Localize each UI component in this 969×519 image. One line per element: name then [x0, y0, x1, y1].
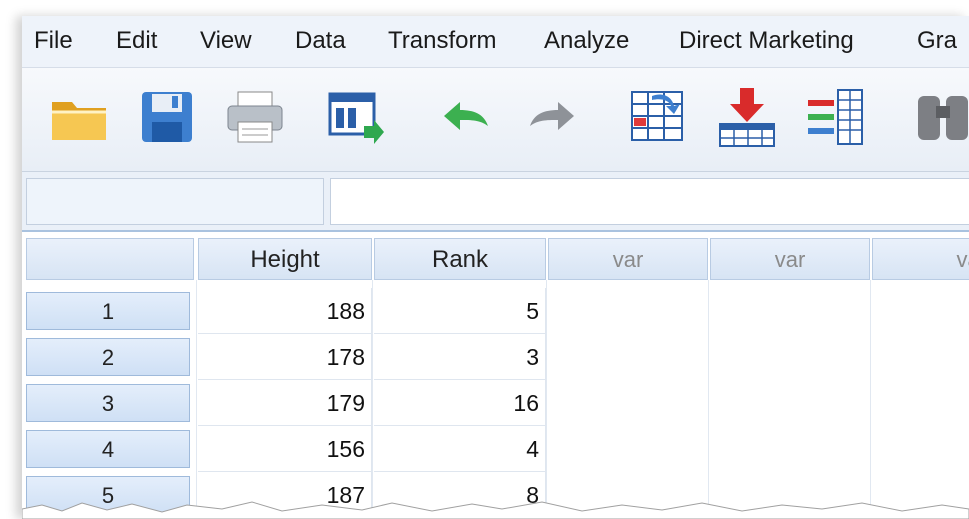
- insert-variable-icon[interactable]: [800, 82, 870, 152]
- spss-data-editor-window: File Edit View Data Transform Analyze Di…: [22, 16, 969, 519]
- menu-view[interactable]: View: [200, 26, 252, 56]
- column-header-height[interactable]: Height: [198, 238, 372, 280]
- redo-icon[interactable]: [518, 82, 588, 152]
- grid-corner[interactable]: [26, 238, 194, 280]
- column-header-rank[interactable]: Rank: [374, 238, 546, 280]
- column-header-var[interactable]: var: [548, 238, 708, 280]
- cell-rank[interactable]: 3: [374, 334, 546, 380]
- cell-rank[interactable]: 4: [374, 426, 546, 472]
- menu-file[interactable]: File: [34, 26, 73, 56]
- row-header[interactable]: 3: [26, 384, 190, 422]
- goto-case-icon[interactable]: [622, 82, 692, 152]
- menu-graphs[interactable]: Gra: [917, 26, 957, 56]
- toolbar: [22, 68, 969, 172]
- undo-icon[interactable]: [430, 82, 500, 152]
- row-header[interactable]: 4: [26, 430, 190, 468]
- cell-reference-field[interactable]: [26, 178, 324, 225]
- menu-bar: File Edit View Data Transform Analyze Di…: [22, 16, 969, 68]
- torn-edge-decoration: [22, 501, 969, 519]
- menu-edit[interactable]: Edit: [116, 26, 157, 56]
- menu-data[interactable]: Data: [295, 26, 346, 56]
- cell-rank[interactable]: 16: [374, 380, 546, 426]
- print-icon[interactable]: [220, 82, 290, 152]
- menu-transform[interactable]: Transform: [388, 26, 496, 56]
- find-binoculars-icon[interactable]: [912, 82, 969, 152]
- data-grid: Height Rank var var var 1 188 5 2 178 3 …: [22, 232, 969, 519]
- cell-height[interactable]: 188: [198, 288, 372, 334]
- recall-dialog-icon[interactable]: [320, 82, 390, 152]
- row-header[interactable]: 1: [26, 292, 190, 330]
- column-header-var[interactable]: var: [710, 238, 870, 280]
- row-header[interactable]: 2: [26, 338, 190, 376]
- open-folder-icon[interactable]: [44, 82, 114, 152]
- menu-analyze[interactable]: Analyze: [544, 26, 629, 56]
- save-icon[interactable]: [132, 82, 202, 152]
- cell-height[interactable]: 156: [198, 426, 372, 472]
- cell-rank[interactable]: 5: [374, 288, 546, 334]
- cell-value-field[interactable]: [330, 178, 969, 225]
- cell-height[interactable]: 178: [198, 334, 372, 380]
- insert-cases-icon[interactable]: [712, 82, 782, 152]
- menu-direct-marketing[interactable]: Direct Marketing: [679, 26, 854, 56]
- cell-height[interactable]: 179: [198, 380, 372, 426]
- column-header-var[interactable]: var: [872, 238, 969, 280]
- cell-editor-bar: [22, 172, 969, 232]
